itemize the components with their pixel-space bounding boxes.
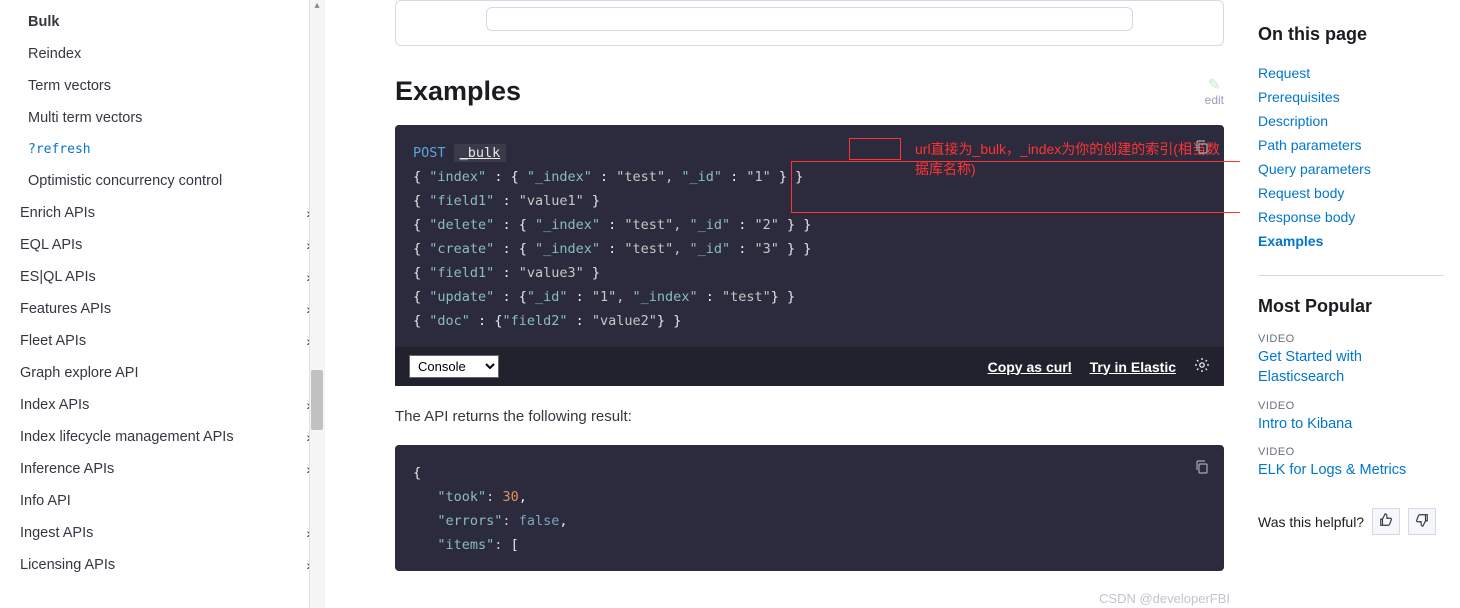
code-toolbar: Console Copy as curl Try in Elastic [395,347,1224,386]
sidebar-item[interactable]: Multi term vectors [8,102,325,134]
prev-card-outline [395,0,1224,46]
gear-icon[interactable] [1194,357,1210,376]
thumbs-down-button[interactable] [1408,508,1436,535]
sidebar-item-label: ES|QL APIs [20,269,96,285]
thumbs-up-button[interactable] [1372,508,1400,535]
feedback-question: Was this helpful? [1258,514,1364,530]
sidebar-item-label: Ingest APIs [20,525,93,541]
code-content: { "took": 30, "errors": false, "items": … [395,445,1224,571]
toc-link[interactable]: Response body [1258,205,1444,229]
popular-link[interactable]: Get Started with Elasticsearch [1258,347,1444,388]
sidebar-item-label: Features APIs [20,301,111,317]
right-sidebar: On this page RequestPrerequisitesDescrip… [1240,0,1460,608]
sidebar-item[interactable]: Term vectors [8,70,325,102]
sidebar-item-label: Licensing APIs [20,557,115,573]
sidebar-item-label: Reindex [28,46,81,62]
toc-link[interactable]: Request [1258,61,1444,85]
sidebar-item[interactable]: ES|QL APIs› [8,261,325,293]
sidebar-item-label: Info API [20,493,71,509]
sidebar-item[interactable]: Enrich APIs› [8,197,325,229]
sidebar-item-label: Inference APIs [20,461,114,477]
sidebar-nav: Bulk Reindex Term vectors Multi term vector… [0,0,325,608]
popular-link[interactable]: Intro to Kibana [1258,414,1444,434]
pencil-icon: ✎ [1205,78,1224,94]
sidebar-item[interactable]: Bulk [8,6,325,38]
most-popular-title: Most Popular [1258,296,1444,317]
section-heading: Examples [395,76,521,107]
watermark: CSDN @developerFBI [1099,591,1230,606]
popular-link[interactable]: ELK for Logs & Metrics [1258,460,1444,480]
sidebar-item-label: Optimistic concurrency control [28,173,222,189]
sidebar-item-label: Index APIs [20,397,89,413]
sidebar-item[interactable]: ?refresh [8,134,325,165]
video-label: VIDEO [1258,446,1444,458]
sidebar-item[interactable]: Index lifecycle management APIs› [8,421,325,453]
sidebar-item[interactable]: EQL APIs› [8,229,325,261]
sidebar-item[interactable]: Optimistic concurrency control [8,165,325,197]
sidebar-item[interactable]: Inference APIs› [8,453,325,485]
try-in-elastic-link[interactable]: Try in Elastic [1090,359,1176,375]
code-block-request: url直接为_bulk，_index为你的创建的索引(相当数据库名称) POST… [395,125,1224,386]
prev-card-inner [486,7,1133,31]
toc-link[interactable]: Path parameters [1258,133,1444,157]
sidebar-item-label: EQL APIs [20,237,82,253]
sidebar-item-label: ?refresh [28,142,91,157]
scroll-up-arrow[interactable]: ▴ [309,0,325,16]
main-content: Examples ✎ edit url直接为_bulk，_index为你的创建的… [325,0,1240,608]
sidebar-item[interactable]: Info API [8,485,325,517]
sidebar-item[interactable]: Ingest APIs› [8,517,325,549]
toc-link[interactable]: Prerequisites [1258,85,1444,109]
divider [1258,275,1444,276]
toc-link[interactable]: Request body [1258,181,1444,205]
sidebar-item[interactable]: Graph explore API [8,357,325,389]
sidebar-item-label: Multi term vectors [28,110,142,126]
sidebar-item[interactable]: Fleet APIs› [8,325,325,357]
video-label: VIDEO [1258,400,1444,412]
sidebar-item-label: Fleet APIs [20,333,86,349]
toc-link[interactable]: Description [1258,109,1444,133]
scrollbar-track: ▴ [309,0,325,608]
toc-link[interactable]: Examples [1258,229,1444,253]
toc-title: On this page [1258,24,1444,45]
scrollbar-thumb[interactable] [311,370,323,430]
code-content: POST _bulk { "index" : { "_index" : "tes… [395,125,1224,347]
sidebar-item[interactable]: Licensing APIs› [8,549,325,581]
sidebar-item-label: Term vectors [28,78,111,94]
sidebar-item-label: Bulk [28,14,59,30]
code-block-response: { "took": 30, "errors": false, "items": … [395,445,1224,571]
sidebar-item[interactable]: Reindex [8,38,325,70]
sidebar-item[interactable]: Index APIs› [8,389,325,421]
sidebar-item[interactable]: Features APIs› [8,293,325,325]
result-intro-text: The API returns the following result: [395,408,1224,425]
video-label: VIDEO [1258,333,1444,345]
toc-link[interactable]: Query parameters [1258,157,1444,181]
copy-as-curl-link[interactable]: Copy as curl [988,359,1072,375]
sidebar-item-label: Index lifecycle management APIs [20,429,234,445]
edit-link[interactable]: ✎ edit [1205,78,1224,106]
sidebar-item-label: Enrich APIs [20,205,95,221]
sidebar-item-label: Graph explore API [20,365,139,381]
console-select[interactable]: Console [409,355,499,378]
